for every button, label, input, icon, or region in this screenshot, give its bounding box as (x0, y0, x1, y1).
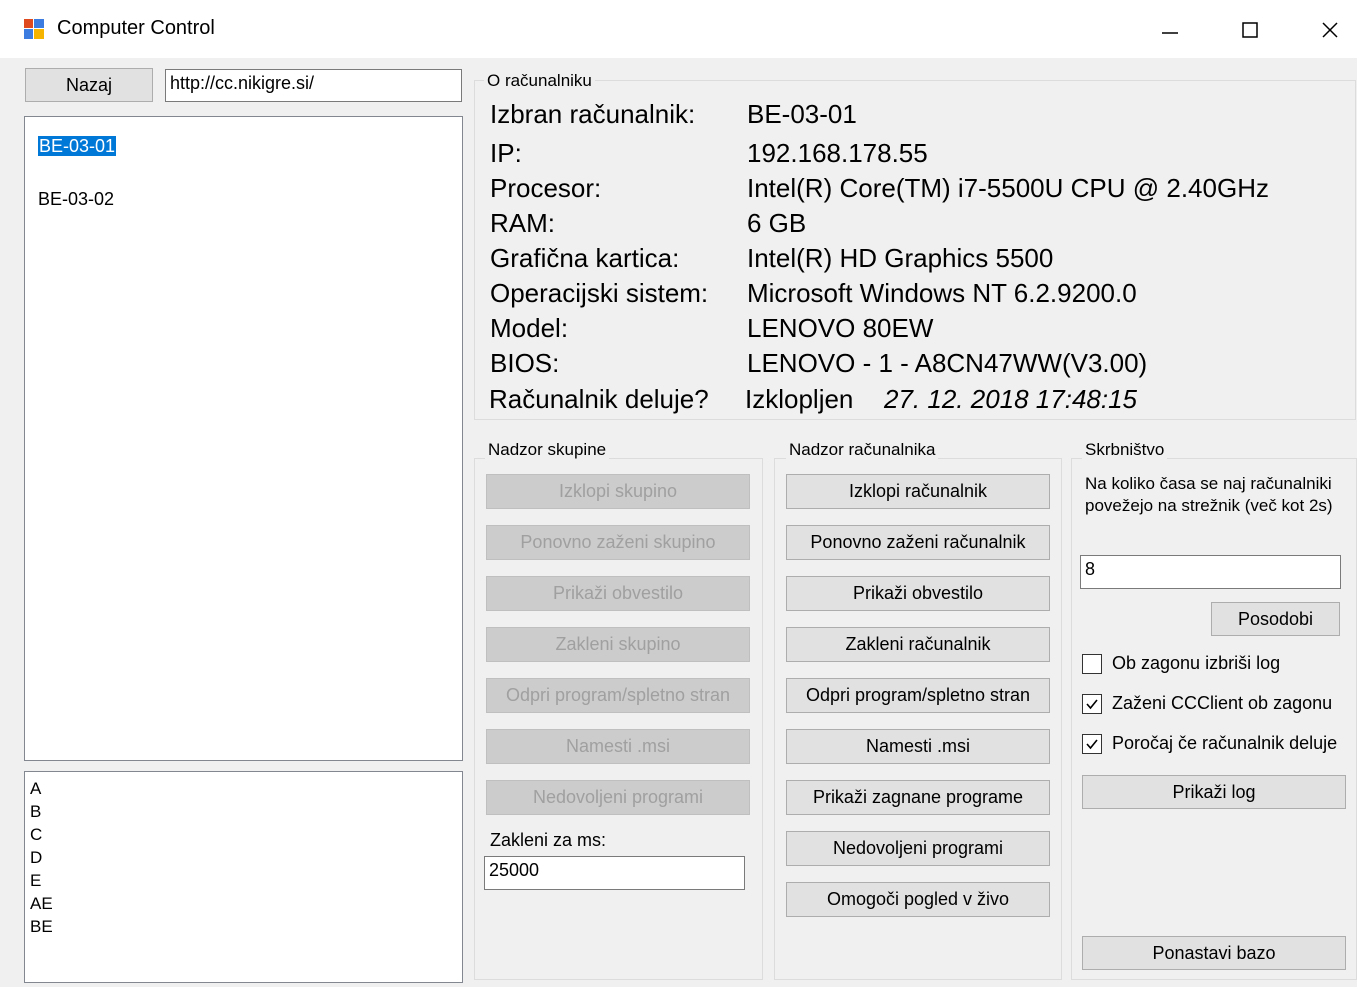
close-icon (1322, 22, 1338, 38)
info-label: Model: (490, 313, 569, 343)
group-notify-button[interactable]: Prikaži obvestilo (486, 576, 750, 611)
restart-group-button[interactable]: Ponovno zaženi skupino (486, 525, 750, 560)
info-value: Intel(R) HD Graphics 5500 (747, 243, 1054, 273)
interval-input[interactable]: 8 (1080, 555, 1341, 589)
group-list[interactable] (24, 771, 463, 983)
status-value: Izklopljen (745, 384, 854, 414)
info-value: 192.168.178.55 (747, 138, 928, 168)
status-time: 27. 12. 2018 17:48:15 (884, 384, 1138, 414)
update-button[interactable]: Posodobi (1211, 602, 1340, 636)
group-forbidden-programs-button[interactable]: Nedovoljeni programi (486, 780, 750, 815)
show-running-programs-button[interactable]: Prikaži zagnane programe (786, 780, 1050, 815)
computer-list[interactable] (24, 116, 463, 761)
report-status-checkbox[interactable] (1082, 734, 1102, 754)
lock-ms-label: Zakleni za ms: (490, 830, 607, 850)
info-label: Grafična kartica: (490, 243, 680, 273)
group-list-item[interactable]: C (30, 823, 53, 846)
info-value: BE-03-01 (747, 99, 857, 129)
shutdown-computer-button[interactable]: Izklopi računalnik (786, 474, 1050, 509)
info-label: BIOS: (490, 348, 560, 378)
window-title: Computer Control (57, 17, 215, 39)
status-label: Računalnik deluje? (489, 384, 709, 414)
computer-open-program-button[interactable]: Odpri program/spletno stran (786, 678, 1050, 713)
checkmark-icon (1086, 699, 1098, 710)
info-label: Operacijski sistem: (490, 278, 709, 308)
admin-legend: Skrbništvo (1082, 440, 1168, 460)
group-list-item[interactable]: A (30, 777, 53, 800)
group-list-item[interactable]: AE (30, 892, 53, 915)
start-client-label: Zaženi CCClient ob zagonu (1112, 693, 1333, 713)
info-label: Procesor: (490, 173, 602, 203)
maximize-icon (1242, 22, 1258, 38)
group-list-item[interactable]: E (30, 869, 53, 892)
restart-computer-button[interactable]: Ponovno zaženi računalnik (786, 525, 1050, 560)
info-value: 6 GB (747, 208, 807, 238)
minimize-icon (1162, 32, 1178, 34)
computer-notify-button[interactable]: Prikaži obvestilo (786, 576, 1050, 611)
group-open-program-button[interactable]: Odpri program/spletno stran (486, 678, 750, 713)
url-input[interactable]: http://cc.nikigre.si/ (165, 69, 462, 102)
interval-description: Na koliko časa se naj računalniki poveže… (1085, 474, 1333, 515)
group-list-item[interactable]: D (30, 846, 53, 869)
reset-database-button[interactable]: Ponastavi bazo (1082, 936, 1346, 970)
maximize-button[interactable] (1220, 8, 1280, 52)
computer-control-legend: Nadzor računalnika (786, 440, 939, 460)
group-control-legend: Nadzor skupine (485, 440, 610, 460)
start-client-checkbox[interactable] (1082, 694, 1102, 714)
group-install-msi-button[interactable]: Namesti .msi (486, 729, 750, 764)
info-label: Izbran računalnik: (490, 99, 696, 129)
checkmark-icon (1086, 739, 1098, 750)
info-value: Microsoft Windows NT 6.2.9200.0 (747, 278, 1137, 308)
computer-install-msi-button[interactable]: Namesti .msi (786, 729, 1050, 764)
shutdown-group-button[interactable]: Izklopi skupino (486, 474, 750, 509)
computer-forbidden-programs-button[interactable]: Nedovoljeni programi (786, 831, 1050, 866)
info-label: RAM: (490, 208, 555, 238)
info-group-legend: O računalniku (484, 71, 595, 91)
group-list-item[interactable]: B (30, 800, 53, 823)
info-label: IP: (490, 138, 522, 168)
lock-ms-input[interactable]: 25000 (484, 856, 745, 890)
minimize-button[interactable] (1140, 8, 1200, 52)
lock-group-button[interactable]: Zakleni skupino (486, 627, 750, 662)
report-status-label: Poročaj če računalnik deluje (1112, 733, 1338, 753)
lock-computer-button[interactable]: Zakleni računalnik (786, 627, 1050, 662)
delete-log-label: Ob zagonu izbriši log (1112, 653, 1281, 673)
computer-list-item-selected[interactable]: BE-03-01 (38, 136, 117, 157)
info-value: LENOVO - 1 - A8CN47WW(V3.00) (747, 348, 1148, 378)
info-value: Intel(R) Core(TM) i7-5500U CPU @ 2.40GHz (747, 173, 1269, 203)
close-button[interactable] (1300, 8, 1357, 52)
group-list-item[interactable]: BE (30, 915, 53, 938)
show-log-button[interactable]: Prikaži log (1082, 775, 1346, 809)
computer-list-item[interactable]: BE-03-02 (38, 189, 114, 210)
info-value: LENOVO 80EW (747, 313, 934, 343)
delete-log-checkbox[interactable] (1082, 654, 1102, 674)
back-button[interactable]: Nazaj (25, 68, 153, 102)
admin-box (1071, 458, 1357, 980)
app-icon (24, 19, 44, 39)
live-view-button[interactable]: Omogoči pogled v živo (786, 882, 1050, 917)
